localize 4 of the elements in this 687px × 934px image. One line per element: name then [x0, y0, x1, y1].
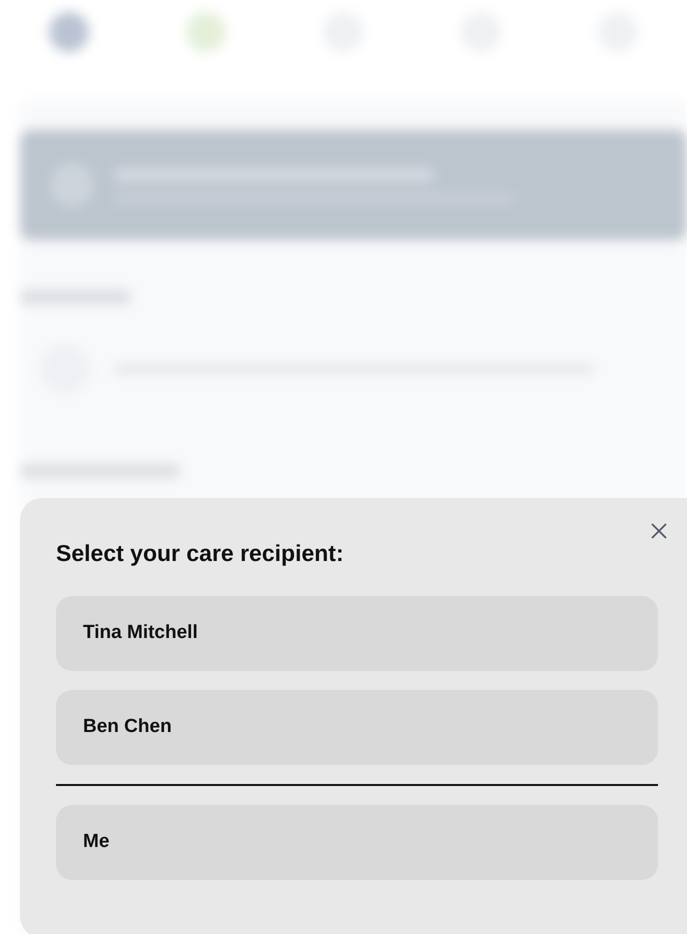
- sheet-title: Select your care recipient:: [56, 540, 345, 568]
- recipient-option[interactable]: Me: [56, 804, 658, 880]
- recipient-option[interactable]: Ben Chen: [56, 690, 658, 765]
- recipient-option[interactable]: Tina Mitchell: [56, 596, 658, 671]
